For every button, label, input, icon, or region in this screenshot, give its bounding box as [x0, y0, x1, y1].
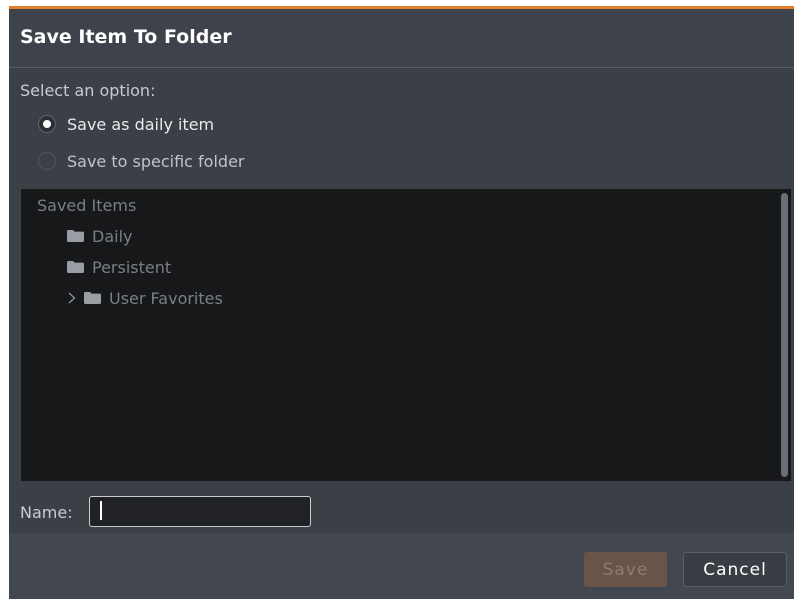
folder-icon: [67, 261, 84, 273]
tree-item-daily[interactable]: Daily: [67, 225, 132, 247]
dialog-title: Save Item To Folder: [20, 26, 232, 48]
tree-item-label: Persistent: [92, 257, 172, 277]
name-input-wrapper: [89, 496, 311, 527]
option-prompt: Select an option:: [20, 81, 156, 100]
tree-item-label: User Favorites: [109, 288, 223, 308]
name-label: Name:: [20, 503, 73, 522]
text-caret: [100, 501, 102, 520]
save-button[interactable]: Save: [584, 552, 667, 587]
tree-item-label: Daily: [92, 226, 133, 246]
radio-save-daily[interactable]: Save as daily item: [38, 112, 214, 136]
tree-root-saved-items[interactable]: Saved Items: [37, 196, 136, 215]
cancel-button[interactable]: Cancel: [683, 552, 787, 587]
radio-save-daily-label: Save as daily item: [67, 114, 215, 134]
chevron-right-icon[interactable]: [66, 291, 78, 305]
folder-icon: [67, 230, 84, 242]
tree-scrollbar[interactable]: [781, 193, 788, 477]
radio-save-specific-folder-label: Save to specific folder: [67, 151, 245, 171]
tree-item-user-favorites[interactable]: User Favorites: [66, 287, 223, 309]
folder-icon: [84, 292, 101, 304]
dialog-titlebar: Save Item To Folder: [9, 9, 794, 68]
radio-unchecked-icon[interactable]: [38, 152, 56, 170]
save-item-dialog: Save Item To Folder Select an option: Sa…: [9, 6, 794, 599]
folder-tree[interactable]: Saved Items Daily Persistent User Favori…: [21, 189, 791, 481]
radio-save-specific-folder[interactable]: Save to specific folder: [38, 149, 245, 173]
tree-item-persistent[interactable]: Persistent: [67, 256, 171, 278]
dialog-footer: Save Cancel: [9, 533, 794, 599]
name-input[interactable]: [89, 496, 311, 527]
radio-checked-icon[interactable]: [38, 115, 56, 133]
